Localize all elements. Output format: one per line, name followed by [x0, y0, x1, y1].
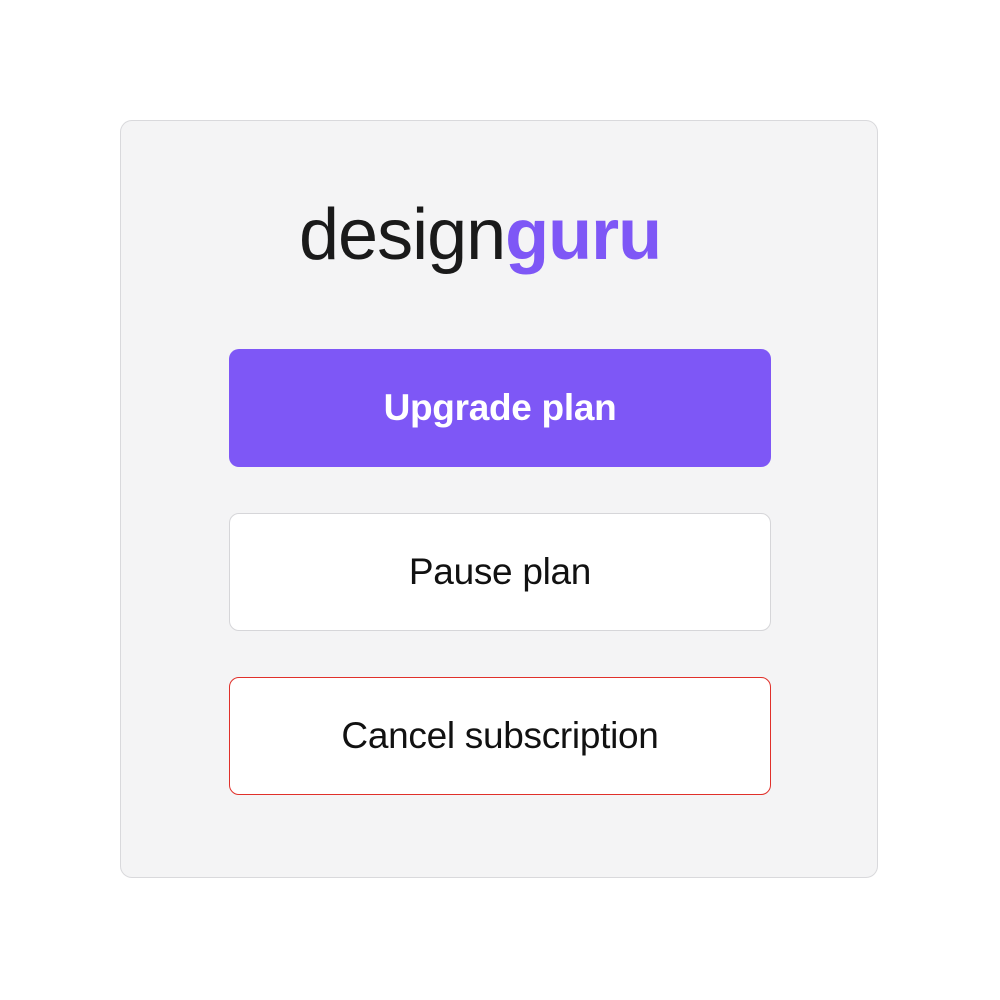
plan-options-card: designguru Upgrade plan Pause plan Cance…	[120, 120, 878, 878]
pause-plan-button[interactable]: Pause plan	[229, 513, 771, 631]
cancel-subscription-button[interactable]: Cancel subscription	[229, 677, 771, 795]
logo-text-guru: guru	[505, 195, 661, 275]
pause-plan-label: Pause plan	[408, 551, 592, 592]
logo-text-design: design	[299, 195, 505, 275]
logo-text: designguru	[299, 195, 661, 275]
designguru-logo: designguru	[121, 195, 877, 299]
designguru-logo-mark: designguru	[299, 195, 662, 275]
cancel-subscription-label: Cancel subscription	[341, 715, 659, 756]
upgrade-plan-button[interactable]: Upgrade plan	[229, 349, 771, 467]
upgrade-plan-label: Upgrade plan	[383, 387, 617, 428]
